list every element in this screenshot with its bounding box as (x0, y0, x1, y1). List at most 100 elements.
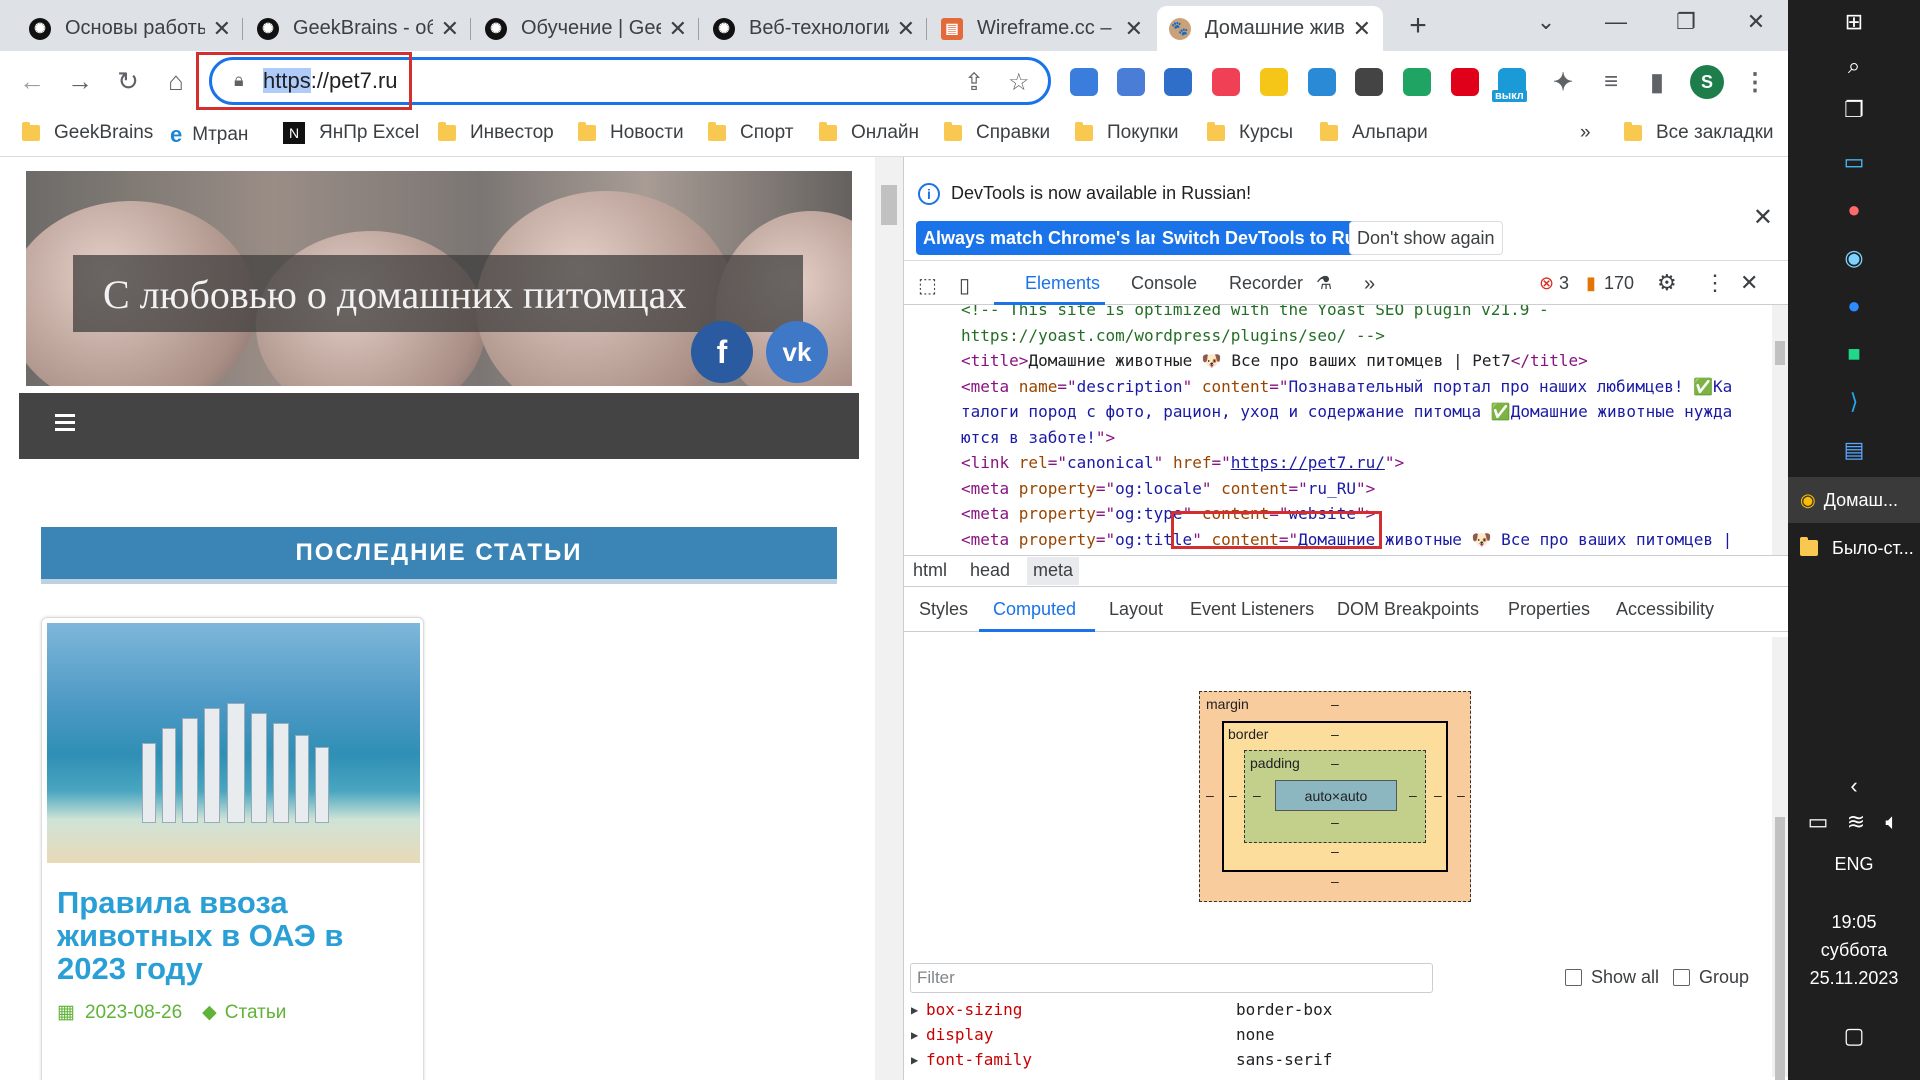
dont-show-again-button[interactable]: Don't show again (1349, 221, 1503, 255)
tab-pet7-active[interactable]: 🐾 Домашние жив ✕ (1157, 6, 1383, 51)
task-view-icon[interactable]: ❐ (1838, 94, 1870, 126)
dom-node-line[interactable]: <meta name="description" content="Познав… (961, 374, 1732, 400)
close-infobar-icon[interactable]: ✕ (1753, 203, 1773, 232)
new-tab-button[interactable]: + (1400, 6, 1436, 46)
bookmark-news[interactable]: Новости (578, 122, 684, 144)
home-button[interactable]: ⌂ (158, 63, 194, 99)
dom-node-line[interactable]: <meta property="og:locale" content="ru_R… (961, 476, 1375, 502)
search-icon[interactable]: ⌕ (1838, 50, 1870, 82)
bookmark-spravki[interactable]: Справки (944, 122, 1050, 144)
battery-icon[interactable]: ▭ (1802, 806, 1834, 838)
settings-gear-icon[interactable]: ⚙ (1657, 270, 1677, 296)
windows-start-icon[interactable]: ⊞ (1838, 6, 1870, 38)
error-count[interactable]: 3 (1559, 273, 1569, 294)
breadcrumb-html[interactable]: html (907, 560, 953, 581)
profile-avatar[interactable]: S (1690, 65, 1724, 99)
bookmark-pokupki[interactable]: Покупки (1075, 122, 1178, 144)
pocket-icon[interactable] (1212, 68, 1240, 96)
tab-wireframe[interactable]: ▤ Wireframe.cc – ✕ (929, 6, 1155, 51)
computed-filter-input[interactable]: Filter (910, 963, 1433, 993)
w2-icon[interactable] (1355, 68, 1383, 96)
app-icon[interactable]: ◉ (1838, 242, 1870, 274)
extension-blue-icon[interactable] (1070, 68, 1098, 96)
tab-osnovy[interactable]: ✺ Основы работы ✕ (17, 6, 243, 51)
tab-styles[interactable]: Styles (919, 599, 968, 620)
tab-recorder[interactable]: Recorder (1229, 273, 1303, 294)
bookmark-online[interactable]: Онлайн (819, 122, 919, 144)
breadcrumb-head[interactable]: head (964, 560, 1016, 581)
restore-button[interactable]: ❐ (1656, 0, 1716, 44)
computed-property-row[interactable]: ▶ font-family sans-serif (904, 1050, 1788, 1075)
chrome-menu-icon[interactable]: ⋮ (1741, 68, 1769, 96)
extension-yellow-icon[interactable] (1260, 68, 1288, 96)
extensions-puzzle-icon[interactable]: ✦ (1549, 68, 1577, 96)
dom-node-line[interactable]: https://yoast.com/wordpress/plugins/seo/… (961, 323, 1385, 349)
reload-button[interactable]: ↻ (110, 63, 146, 99)
close-tab-icon[interactable]: ✕ (441, 16, 459, 42)
minimize-button[interactable]: — (1586, 0, 1646, 44)
expand-arrow-icon[interactable]: ▶ (911, 1003, 918, 1017)
article-title-link[interactable]: Правила ввоза животных в ОАЭ в 2023 году (57, 886, 397, 985)
computed-property-row[interactable]: ▶ box-sizing border-box (904, 1000, 1788, 1025)
vpn-off-icon[interactable]: выкл (1492, 68, 1527, 102)
extension-shield-icon[interactable] (1164, 68, 1192, 96)
close-tab-icon[interactable]: ✕ (897, 16, 915, 42)
back-button[interactable]: ← (14, 63, 50, 99)
wifi-icon[interactable]: ≋ (1840, 806, 1872, 838)
taskbar-folder-window[interactable]: Было-ст... (1788, 525, 1920, 571)
close-tab-icon[interactable]: ✕ (669, 16, 687, 42)
tab-console[interactable]: Console (1131, 273, 1197, 294)
tab-elements[interactable]: Elements (1025, 273, 1100, 294)
show-all-checkbox[interactable]: Show all (1565, 967, 1659, 988)
computer-icon[interactable]: ▭ (1838, 146, 1870, 178)
clock-time[interactable]: 19:05 (1788, 912, 1920, 933)
tab-search-icon[interactable]: ⌄ (1516, 0, 1576, 44)
bookmarks-overflow-button[interactable]: » (1580, 122, 1591, 144)
facebook-icon[interactable]: f (691, 321, 753, 383)
breadcrumb-meta[interactable]: meta (1027, 557, 1080, 585)
dom-tree-scrollbar[interactable] (1772, 305, 1788, 555)
chevron-up-icon[interactable]: ‹ (1838, 770, 1870, 802)
close-tab-icon[interactable]: ✕ (1353, 16, 1371, 42)
bookmark-mtran[interactable]: e Мтран (170, 122, 248, 148)
volume-icon[interactable]: 🔈︎ (1876, 806, 1908, 838)
computed-property-row[interactable]: ▶ display none (904, 1025, 1788, 1050)
article-image[interactable] (47, 623, 420, 863)
dom-node-line[interactable]: <title>Домашние животные 🐶 Все про ваших… (961, 348, 1588, 374)
bookmark-alpari[interactable]: Альпари (1320, 122, 1428, 144)
save-icon[interactable]: ▤ (1838, 434, 1870, 466)
reader-icon[interactable] (1308, 68, 1336, 96)
app-icon[interactable]: ● (1838, 194, 1870, 226)
input-language[interactable]: ENG (1788, 854, 1920, 875)
close-tab-icon[interactable]: ✕ (213, 16, 231, 42)
reading-list-icon[interactable]: ≡ (1597, 68, 1625, 96)
bookmark-star-icon[interactable]: ☆ (1008, 68, 1030, 97)
more-tabs-icon[interactable]: » (1364, 273, 1375, 296)
zoom-icon[interactable]: ● (1838, 290, 1870, 322)
tab-dom-breakpoints[interactable]: DOM Breakpoints (1337, 599, 1479, 620)
dom-node-line[interactable]: <!-- This site is optimized with the Yoa… (961, 305, 1549, 323)
tab-computed[interactable]: Computed (993, 599, 1076, 620)
pycharm-icon[interactable]: ■ (1838, 338, 1870, 370)
bookmark-sport[interactable]: Спорт (708, 122, 793, 144)
vscode-icon[interactable]: ⟩ (1838, 386, 1870, 418)
side-panel-icon[interactable]: ▮ (1643, 68, 1671, 96)
canonical-href-link[interactable]: https://pet7.ru/ (1231, 453, 1385, 472)
share-icon[interactable]: ⇪ (964, 68, 984, 97)
close-devtools-icon[interactable]: ✕ (1740, 270, 1758, 296)
clock-day[interactable]: суббота (1788, 940, 1920, 961)
page-scrollbar[interactable] (875, 157, 903, 1080)
sidebar-scrollbar[interactable] (1772, 637, 1788, 1080)
expand-arrow-icon[interactable]: ▶ (911, 1028, 918, 1042)
tab-event-listeners[interactable]: Event Listeners (1190, 599, 1314, 620)
group-checkbox[interactable]: Group (1673, 967, 1749, 988)
tab-layout[interactable]: Layout (1109, 599, 1163, 620)
bookmark-kursy[interactable]: Курсы (1207, 122, 1293, 144)
bookmark-yanpr-excel[interactable]: N ЯнПр Excel (283, 122, 419, 144)
tab-web-tech[interactable]: ✺ Веб-технологии ✕ (701, 6, 927, 51)
all-bookmarks[interactable]: Все закладки (1624, 122, 1774, 144)
devtools-menu-icon[interactable]: ⋮ (1704, 270, 1726, 296)
article-card[interactable]: Правила ввоза животных в ОАЭ в 2023 году… (41, 617, 424, 1080)
close-tab-icon[interactable]: ✕ (1125, 16, 1143, 42)
opera-icon[interactable] (1451, 68, 1479, 96)
